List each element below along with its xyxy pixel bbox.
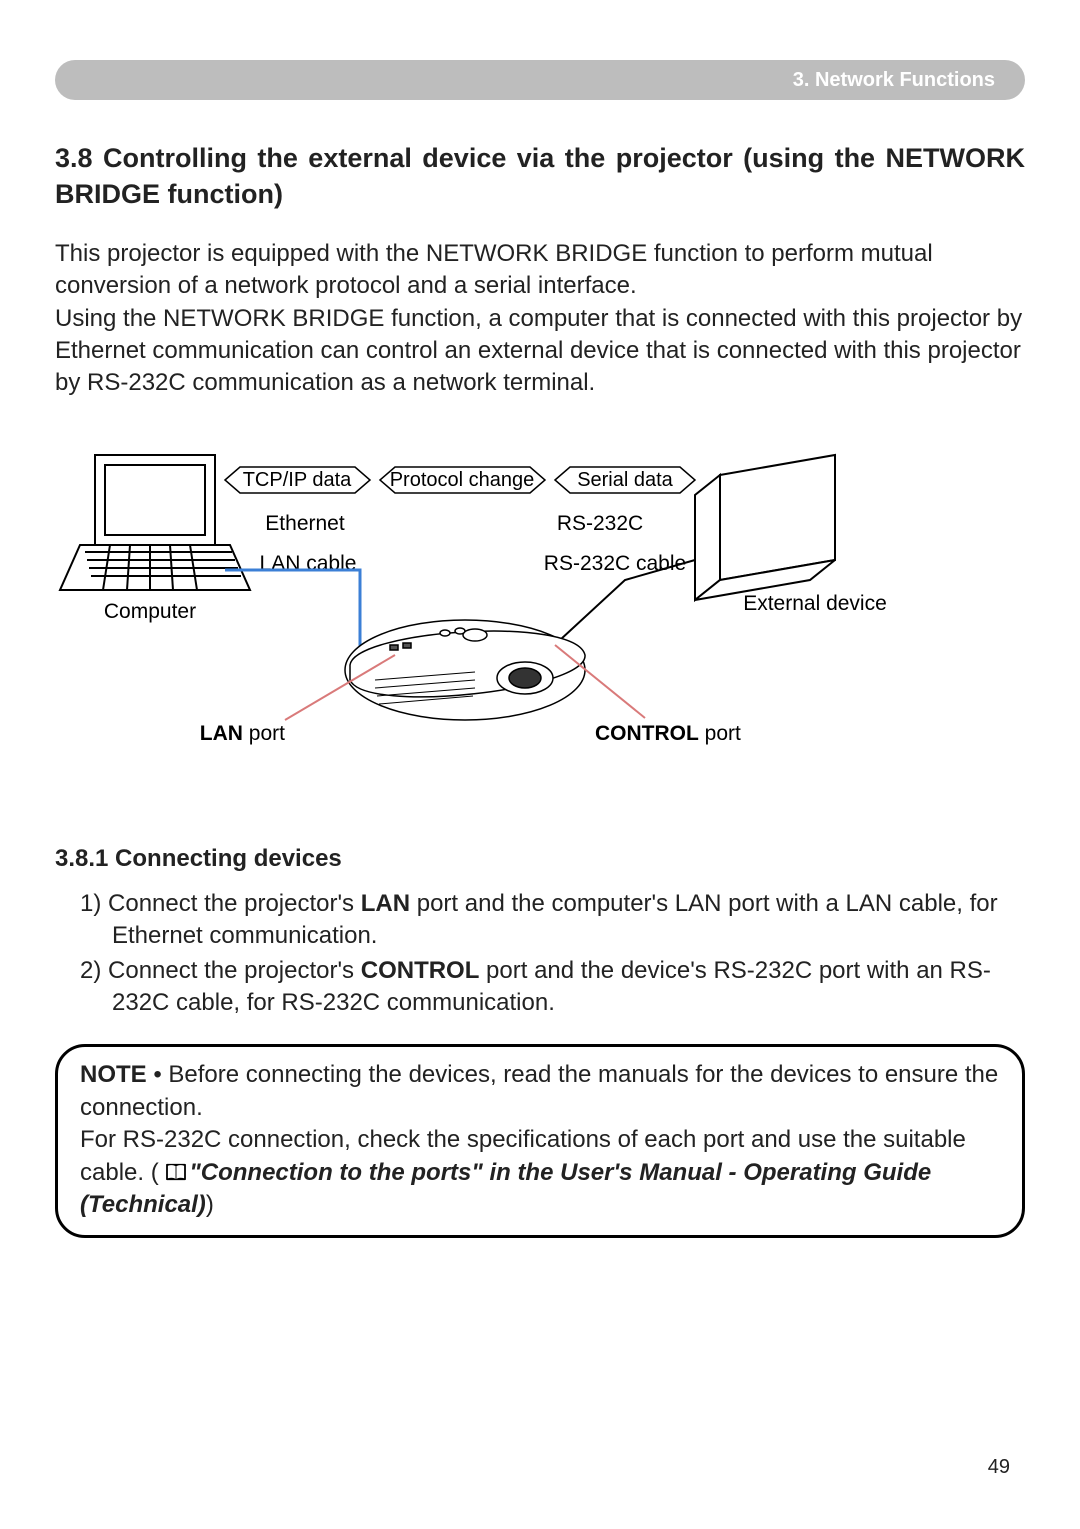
ethernet-label: Ethernet [265, 512, 345, 535]
serial-label: Serial data [577, 469, 673, 491]
serial-arrow: Serial data [555, 467, 695, 493]
step-2: 2) Connect the projector's CONTROL port … [80, 955, 1025, 1020]
rs232c-label: RS-232C [557, 512, 643, 535]
note-line1: • Before connecting the devices, read th… [80, 1061, 998, 1120]
chapter-label: 3. Network Functions [793, 69, 995, 92]
manual-page: 3. Network Functions 3.8 Controlling the… [0, 0, 1080, 1529]
section-heading: 3.8 Controlling the external device via … [55, 140, 1025, 213]
computer-label: Computer [104, 600, 196, 623]
chapter-header: 3. Network Functions [55, 60, 1025, 100]
note-box: NOTE • Before connecting the devices, re… [55, 1044, 1025, 1238]
projector-icon [345, 620, 585, 720]
tcp-arrow: TCP/IP data [225, 467, 370, 493]
lan-cable-label: LAN cable [260, 552, 357, 575]
rs232c-cable-label: RS-232C cable [544, 552, 686, 575]
steps-list: 1) Connect the projector's LAN port and … [55, 888, 1025, 1020]
external-device-icon [695, 455, 835, 600]
computer-icon [60, 455, 250, 590]
network-bridge-diagram: TCP/IP data Protocol change Serial data … [55, 440, 1025, 770]
page-number: 49 [988, 1456, 1010, 1479]
intro-paragraph: This projector is equipped with the NETW… [55, 238, 1025, 400]
external-device-label: External device [743, 592, 887, 615]
tcp-label: TCP/IP data [243, 469, 352, 491]
manual-icon [165, 1163, 187, 1181]
control-port-label: CONTROL port [595, 722, 741, 745]
note-line3: ) [206, 1191, 214, 1218]
step-1: 1) Connect the projector's LAN port and … [80, 888, 1025, 953]
lan-port-label: LAN port [200, 722, 285, 745]
subsection-heading: 3.8.1 Connecting devices [55, 845, 1025, 873]
note-label: NOTE [80, 1061, 147, 1088]
lan-cable [225, 570, 385, 650]
protocol-label: Protocol change [390, 469, 535, 491]
protocol-arrow: Protocol change [380, 467, 545, 493]
